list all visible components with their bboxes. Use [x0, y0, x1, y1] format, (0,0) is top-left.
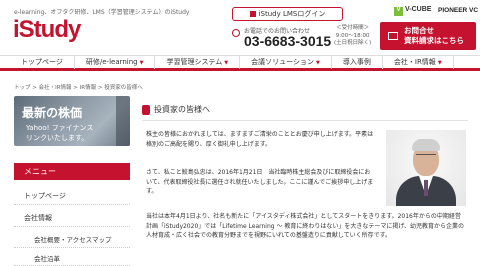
sidebar-menu-heading: メニュー — [14, 163, 130, 180]
lms-login-button[interactable]: iStudy LMSログイン — [232, 7, 343, 21]
company-paragraph: 当社は本年4月1日より、社名も新たに「アイスタディ株式会社」としてスタートをきり… — [146, 213, 464, 239]
sidebar-item-top[interactable]: トップページ — [14, 189, 130, 205]
hours-line2: 9:00〜18:00 — [335, 32, 370, 39]
chevron-down-icon: ▼ — [224, 60, 229, 66]
stock-price-banner[interactable]: 最新の株価 Yahoo! ファイナンス リンクいたします。 — [14, 96, 130, 146]
hours-line1: ＜受付時間＞ — [336, 25, 370, 31]
sidebar-item-overview-access[interactable]: 会社概要・アクセスマップ — [14, 234, 130, 248]
page-title: 投資家の皆様へ — [142, 104, 210, 115]
nav-item-cases[interactable]: 導入事例 — [332, 56, 383, 69]
sidebar-item-history[interactable]: 会社沿革 — [14, 253, 130, 266]
nav-item-top[interactable]: トップページ — [10, 56, 75, 69]
pin-icon — [142, 104, 150, 115]
nav-item-company-ir[interactable]: 会社・IR情報 ▼ — [383, 56, 454, 69]
nav-item-meeting[interactable]: 会議ソリューション ▼ — [240, 56, 332, 69]
phone-number[interactable]: 03-6683-3015 — [244, 33, 331, 49]
site-tagline: e-learning、オフタク研修、LMS（学習管理システム）のiStudy — [14, 9, 190, 16]
heading-divider — [142, 120, 468, 121]
site-logo[interactable]: iStudy — [13, 16, 81, 44]
banner-line2: リンクいたします。 — [26, 134, 89, 142]
main-nav: トップページ 研修/e-learning ▼ 学習管理システム ▼ 会議ソリューショ… — [0, 55, 480, 71]
sidebar-item-company-info[interactable]: 会社情報 — [14, 211, 130, 227]
vcube-text: V-CUBE — [405, 6, 432, 13]
breadcrumb[interactable]: トップ > 会社・IR情報 > IR情報 > 投資家の皆様へ — [14, 83, 143, 91]
lms-login-label: iStudy LMSログイン — [258, 10, 326, 18]
contact-button[interactable]: お問合せ 資料請求はこちら — [380, 22, 476, 50]
vcube-mark-icon: V — [394, 7, 403, 16]
greeting-paragraph: 株主の皆様におかれましては、ますますご清栄のこととお慶び申し上げます。平素は格別… — [146, 131, 374, 148]
phone-icon — [232, 29, 240, 37]
chevron-down-icon: ▼ — [316, 60, 320, 66]
business-hours: ＜受付時間＞ 9:00〜18:00 (土日祝日除く) — [334, 25, 371, 48]
contact-line2: 資料請求はこちら — [404, 36, 464, 45]
mail-icon — [388, 32, 398, 40]
nav-item-training[interactable]: 研修/e-learning ▼ — [75, 56, 156, 69]
chevron-down-icon: ▼ — [139, 60, 144, 66]
banner-title: 最新の株価 — [22, 106, 83, 120]
ceo-portrait — [386, 130, 466, 206]
contact-line1: お問合せ — [404, 26, 434, 35]
pioneer-logo[interactable]: PIONEER VC — [438, 7, 478, 14]
page-title-text: 投資家の皆様へ — [154, 105, 210, 114]
banner-line1: Yahoo! ファイナンス — [26, 124, 94, 132]
lock-icon — [249, 11, 256, 17]
banner-edge — [116, 96, 130, 146]
hours-line3: (土日祝日除く) — [334, 40, 372, 46]
vcube-logo[interactable]: V V-CUBE — [394, 6, 431, 16]
chevron-down-icon: ▼ — [437, 60, 442, 66]
nav-item-lms[interactable]: 学習管理システム ▼ — [155, 56, 241, 69]
appointment-paragraph: さて、私こと鮫島弘忠は、2016年1月21日 当社臨時株主総会及びに取締役会にお… — [146, 169, 374, 195]
